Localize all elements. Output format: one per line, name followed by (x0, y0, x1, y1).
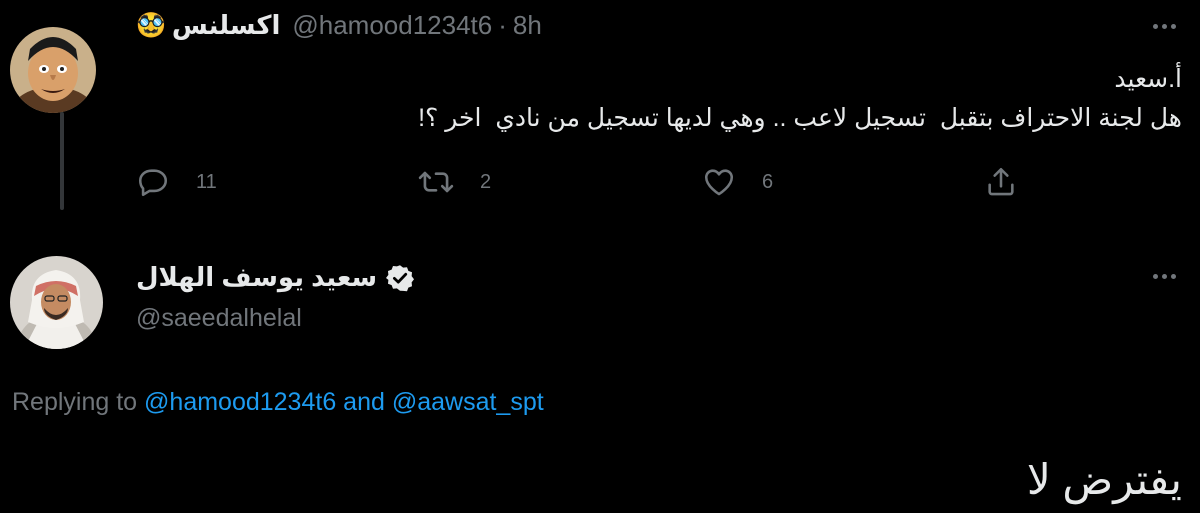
reply-icon (138, 169, 168, 197)
original-tweet-text: أ.سعيد هل لجنة الاحتراف بتقبل تسجيل لاعب… (418, 60, 1182, 138)
thread-connector (60, 112, 64, 210)
avatar-original[interactable] (10, 27, 96, 113)
replying-to-line: Replying to @hamood1234t6 and @aawsat_sp… (12, 388, 544, 417)
tweet-thread: 🥸 اكسلنس @hamood1234t6 · 8h أ.سعيد هل لج… (0, 0, 1200, 513)
and-conjunction: and (343, 388, 385, 416)
reply-tweet-header: سعيد يوسف الهلال (136, 262, 415, 293)
reply-display-name[interactable]: سعيد يوسف الهلال (136, 262, 377, 293)
original-tweet-line2: هل لجنة الاحتراف بتقبل تسجيل لاعب .. وهي… (418, 104, 1182, 132)
time-separator: · (498, 10, 507, 40)
reply-count: 11 (196, 170, 217, 193)
replying-prefix: Replying to (12, 388, 138, 416)
heart-icon (704, 169, 734, 196)
retweet-count: 2 (480, 170, 492, 193)
mention-link-aawsat[interactable]: @aawsat_spt (392, 388, 544, 416)
retweet-action[interactable]: 2 (418, 165, 491, 199)
more-options-button-reply[interactable] (1153, 274, 1176, 279)
mention-link-hamood[interactable]: @hamood1234t6 (144, 388, 336, 416)
share-icon (988, 167, 1014, 196)
reply-handle[interactable]: @saeedalhelal (136, 304, 302, 333)
original-timestamp[interactable]: 8h (513, 10, 542, 41)
more-options-button-original[interactable] (1153, 24, 1176, 29)
original-handle[interactable]: @hamood1234t6 (292, 10, 492, 41)
original-tweet-line1: أ.سعيد (1114, 65, 1182, 93)
reply-action[interactable]: 11 (136, 165, 217, 199)
like-count: 6 (762, 170, 774, 193)
like-action[interactable]: 6 (702, 165, 773, 199)
retweet-icon (418, 171, 454, 193)
original-display-name[interactable]: اكسلنس (172, 10, 280, 41)
disguise-emoji-icon: 🥸 (136, 12, 166, 39)
original-tweet-header: 🥸 اكسلنس @hamood1234t6 · 8h (136, 10, 542, 41)
reply-tweet-text: يفترض لا (1026, 456, 1182, 503)
avatar-reply[interactable] (10, 256, 103, 349)
verified-badge-icon (386, 264, 415, 291)
share-action[interactable] (984, 165, 1018, 199)
